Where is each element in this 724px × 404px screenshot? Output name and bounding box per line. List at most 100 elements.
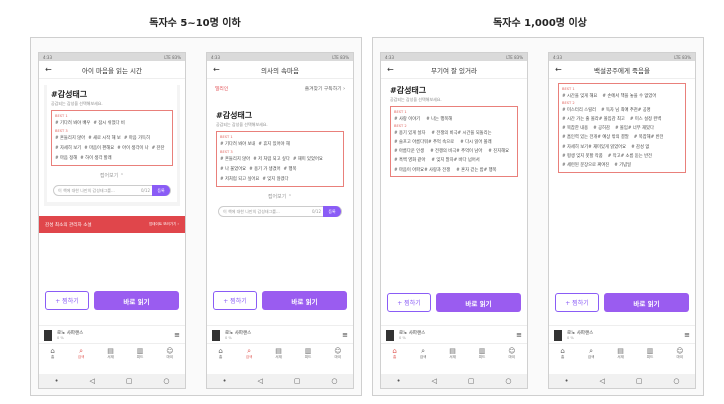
- mini-player[interactable]: 로노 사파랜스 0 % ≡: [39, 325, 185, 344]
- tag-chip[interactable]: # 마음이 편해요: [84, 145, 114, 151]
- queue-icon[interactable]: ≡: [342, 331, 348, 339]
- tag-chip[interactable]: # 평생 잊지 못할 작품: [562, 153, 603, 159]
- tag-chip[interactable]: # 잠시 쉬었다 비: [93, 120, 124, 126]
- tab-feed[interactable]: ▥ 피드: [305, 347, 312, 360]
- register-button[interactable]: 등록: [323, 206, 341, 217]
- mini-player[interactable]: 로노 사파랜스 0 % ≡: [207, 325, 353, 344]
- tab-feed[interactable]: ▥ 피드: [137, 347, 144, 360]
- tag-chip[interactable]: # 반전: [651, 134, 664, 140]
- tag-chip[interactable]: # 예상 밖의 결말: [597, 134, 628, 140]
- tag-chip[interactable]: # 추억이 남아: [456, 148, 482, 154]
- tab-search[interactable]: ⌕ 검색: [420, 347, 427, 360]
- tag-chip[interactable]: # 공허감: [593, 125, 610, 131]
- tag-chip[interactable]: # 용기 가 생겼어: [249, 166, 280, 172]
- tag-chip[interactable]: # 잊지 않겠다: [262, 176, 288, 182]
- tag-chip[interactable]: # 시간을 되돌리는: [458, 130, 492, 136]
- tag-chip[interactable]: # 새로 시작 해 보: [88, 135, 121, 141]
- tab-search[interactable]: ⌕ 검색: [78, 347, 85, 360]
- tag-chip[interactable]: # 몰입: [615, 125, 628, 131]
- back-icon[interactable]: ←: [45, 65, 52, 74]
- register-button[interactable]: 등록: [152, 185, 170, 196]
- tab-my[interactable]: ☺ 마이: [166, 347, 173, 360]
- tag-chip[interactable]: # 시간을 잊게 해요: [562, 93, 597, 99]
- tag-chip[interactable]: # 몰입감 최고: [599, 116, 625, 122]
- tab-home[interactable]: ⌂ 홈: [50, 347, 54, 360]
- collapse-button[interactable]: 접어보기 ⌃: [47, 172, 177, 179]
- tag-chip[interactable]: # 전쟁의 비극: [431, 130, 457, 136]
- back-icon[interactable]: ←: [213, 65, 220, 74]
- tab-home[interactable]: ⌂ 홈: [560, 347, 564, 360]
- tag-chip[interactable]: # 하이 생각 할래: [80, 155, 111, 161]
- tag-chip[interactable]: # 진지해요: [488, 148, 509, 154]
- mini-player[interactable]: 로노 사파랜스 0 % ≡: [381, 325, 527, 344]
- tag-chip[interactable]: # 기념일: [614, 162, 631, 168]
- queue-icon[interactable]: ≡: [684, 331, 690, 339]
- mini-player[interactable]: 로노 사파랜스 0 % ≡: [549, 325, 695, 344]
- tag-chip[interactable]: # 재미 있었어요: [293, 156, 323, 162]
- tab-home[interactable]: ⌂ 홈: [392, 347, 396, 360]
- tag-chip[interactable]: # 행복: [484, 167, 497, 173]
- tag-chip[interactable]: # 휴지 있어야 해: [258, 141, 289, 147]
- tab-home[interactable]: ⌂ 홈: [218, 347, 222, 360]
- tag-chip[interactable]: # 나는 행복해: [426, 116, 452, 122]
- tab-my[interactable]: ☺ 마이: [334, 347, 341, 360]
- wishlist-button[interactable]: + 찜하기: [387, 293, 431, 312]
- tag-chip[interactable]: # 흡인력 있는 전개: [562, 134, 597, 140]
- tag-chip[interactable]: # 마음 가득히: [124, 135, 150, 141]
- back-icon[interactable]: ←: [387, 65, 394, 74]
- read-now-button[interactable]: 바로 읽기: [262, 291, 347, 310]
- tag-chip[interactable]: # 독자 님 최애 추천: [601, 107, 638, 113]
- tag-chip[interactable]: # 전쟁의 비극: [430, 148, 456, 154]
- tag-chip[interactable]: # 흑백 영화 같아: [394, 157, 425, 163]
- tag-chip[interactable]: # 너무 재밌다: [628, 125, 654, 131]
- tag-chip[interactable]: # 용기 있게 살자: [394, 130, 425, 136]
- tag-chip[interactable]: # 공명: [638, 107, 651, 113]
- tab-search[interactable]: ⌕ 검색: [588, 347, 595, 360]
- tag-chip[interactable]: # 흔들리지 않아: [55, 135, 85, 141]
- tag-chip[interactable]: # 저 처럼 되고 싶다: [253, 156, 290, 162]
- collapse-button[interactable]: 접어보기 ⌃: [212, 193, 348, 200]
- tab-library[interactable]: ▤ 서재: [449, 347, 456, 360]
- tag-input[interactable]: 이 책에 대한 나만의 감성태그를... 0/12 등록: [53, 185, 171, 196]
- tag-chip[interactable]: # 복잡해: [634, 134, 651, 140]
- queue-icon[interactable]: ≡: [516, 331, 522, 339]
- read-now-button[interactable]: 바로 읽기: [436, 293, 521, 312]
- tag-chip[interactable]: # 시간 가는 줄 몰라: [562, 116, 599, 122]
- tab-my[interactable]: ☺ 마이: [676, 347, 683, 360]
- tag-chip[interactable]: # 손에서 책을 놓을 수 없었어: [602, 93, 656, 99]
- tab-search[interactable]: ⌕ 검색: [246, 347, 253, 360]
- tab-library[interactable]: ▤ 서재: [107, 347, 114, 360]
- tag-chip[interactable]: # 미스터리 스릴러: [562, 107, 596, 113]
- back-icon[interactable]: ←: [555, 65, 562, 74]
- queue-icon[interactable]: ≡: [174, 331, 180, 339]
- tag-chip[interactable]: # 기다려 봐야 보내: [220, 141, 255, 147]
- tab-library[interactable]: ▤ 서재: [275, 347, 282, 360]
- tag-chip[interactable]: # 사랑과 전쟁: [424, 167, 450, 173]
- tab-feed[interactable]: ▥ 피드: [479, 347, 486, 360]
- tag-chip[interactable]: # 마음 정해: [55, 155, 77, 161]
- tag-chip[interactable]: # 바다 넘어서: [454, 157, 480, 163]
- tag-chip[interactable]: # 자세히 보기: [562, 144, 588, 150]
- tag-chip[interactable]: # 작고: [608, 153, 621, 159]
- tag-chip[interactable]: # 행복: [284, 166, 297, 172]
- wishlist-button[interactable]: + 찜하기: [213, 291, 257, 310]
- read-now-button[interactable]: 바로 읽기: [604, 293, 689, 312]
- tag-chip[interactable]: # 사랑 이야기: [394, 116, 420, 122]
- tag-input[interactable]: 이 책에 대한 나만의 감성태그를... 0/12 등록: [218, 206, 342, 217]
- tag-chip[interactable]: # 추억 속으로: [428, 139, 454, 145]
- tab-library[interactable]: ▤ 서재: [617, 347, 624, 360]
- wishlist-button[interactable]: + 찜하기: [45, 291, 89, 310]
- tab-my[interactable]: ☺ 마이: [508, 347, 515, 360]
- tag-chip[interactable]: # 기다려 봐야 배우: [55, 120, 90, 126]
- tag-chip[interactable]: # 감성 없: [631, 144, 649, 150]
- tag-chip[interactable]: # 아이 생각이 나: [117, 145, 148, 151]
- tag-chip[interactable]: # 잔잔: [152, 145, 165, 151]
- tag-chip[interactable]: # 저처럼 되고 싶어요: [220, 176, 259, 182]
- promo-banner[interactable]: 감성 최소의 관리자 소설 업데이트 보러가기 ›: [39, 216, 185, 233]
- tag-chip[interactable]: # 소름 돋는 반전: [621, 153, 652, 159]
- tab-feed[interactable]: ▥ 피드: [647, 347, 654, 360]
- tag-chip[interactable]: # 혼자 걷는 밤: [456, 167, 483, 173]
- wishlist-button[interactable]: + 찜하기: [555, 293, 599, 312]
- subscribe-row[interactable]: 밀리인 즐겨찾기 구독하기 ›: [207, 79, 353, 98]
- tag-chip[interactable]: # 잊지 말자: [431, 157, 453, 163]
